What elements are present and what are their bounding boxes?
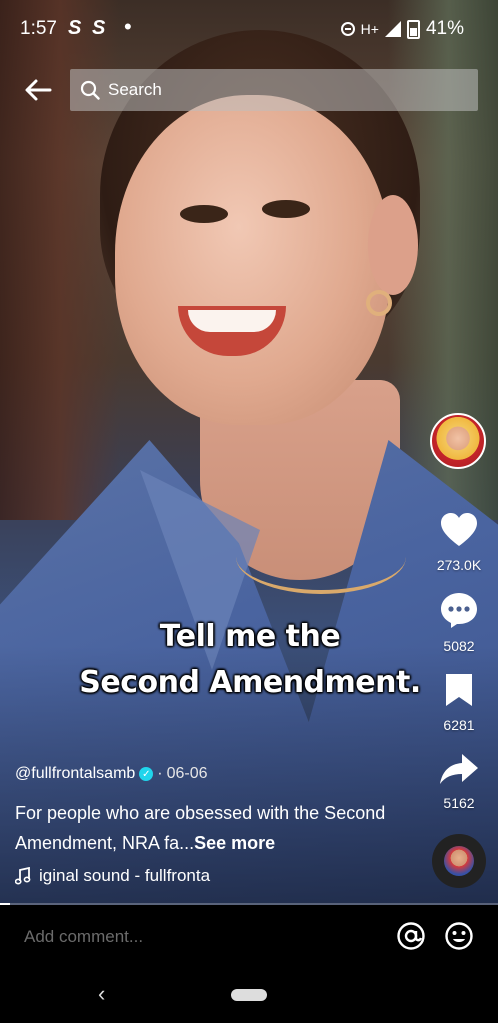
bookmark-icon [446,674,472,706]
post-author-line: @fullfrontalsamb ✓ · 06-06 [15,765,208,783]
notification-app-icon: S [92,17,106,39]
save-count: 6281 [443,717,475,733]
video-subject-face [115,95,390,425]
share-count: 5162 [443,795,475,811]
video-subject-eye-right [262,200,310,218]
video-subject-necklace [236,520,406,594]
system-nav-bar: ‹ [0,967,498,1023]
video-subject-earring [366,290,392,316]
creator-avatar[interactable] [430,413,486,469]
video-subject-eye-left [180,205,228,223]
nav-home-pill[interactable] [231,989,267,1001]
search-placeholder: Search [108,80,162,99]
video-caption-line: Tell me the [159,619,341,654]
battery-percent: 41% [425,18,464,39]
video-subject-ear [368,195,418,295]
notification-app-icon: S [68,17,82,39]
author-username[interactable]: @fullfrontalsamb [15,765,135,783]
emoji-icon[interactable] [444,921,474,951]
comment-bubble-icon [441,593,477,628]
like-count: 273.0K [436,557,482,573]
add-comment-input[interactable]: Add comment... [24,927,143,947]
sound-link[interactable]: iginal sound - fullfronta [15,866,210,886]
post-description: For people who are obsessed with the Sec… [15,798,415,858]
search-icon [80,80,100,100]
date-separator: · [157,765,163,782]
video-subject-teeth [188,310,276,332]
notification-dot-icon: • [124,14,132,39]
nav-back-icon[interactable]: ‹ [98,981,105,1007]
sound-disc[interactable] [432,834,486,888]
network-type: H+ [360,21,379,37]
share-button[interactable]: 5162 [430,752,488,811]
sound-disc-art [444,846,474,876]
heart-icon [441,513,477,546]
search-input[interactable]: Search [70,69,478,111]
verified-badge-icon: ✓ [139,767,154,781]
sound-name: iginal sound - fullfronta [39,866,211,885]
see-more-link[interactable]: See more [194,833,275,853]
music-note-icon [15,867,31,885]
video-caption: Tell me the Second Amendment. [60,614,440,706]
status-time: 1:57 [20,18,57,39]
comment-bar: Add comment... [0,905,498,967]
status-bar: 1:57 S S • H+ 41% [0,0,498,60]
mention-at-icon[interactable] [396,921,426,951]
video-caption-line: Second Amendment. [79,665,421,700]
back-arrow-icon[interactable] [22,74,54,106]
battery-icon [406,19,420,39]
post-date: 06-06 [166,765,208,782]
signal-icon [384,21,401,37]
do-not-disturb-icon [340,22,355,36]
like-button[interactable]: 273.0K [430,512,488,573]
share-arrow-icon [440,754,478,784]
status-indicators: H+ 41% [340,18,464,40]
